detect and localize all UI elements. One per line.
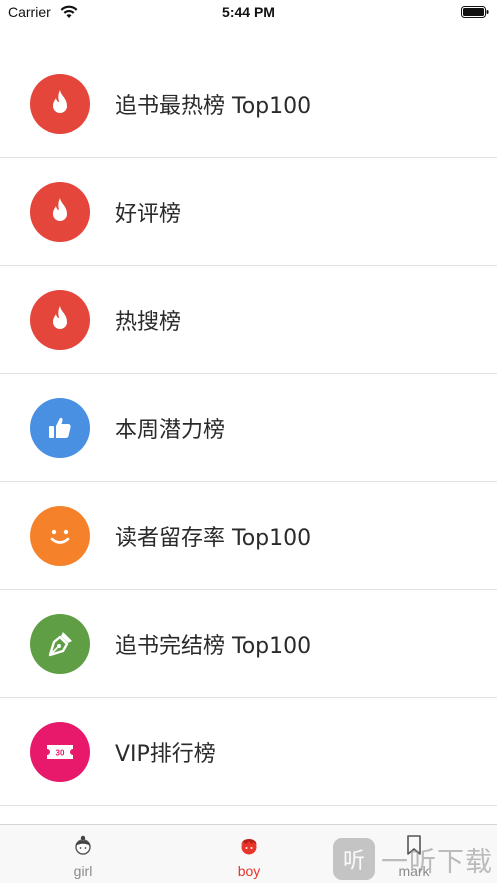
ranking-label: 读者留存率 Top100: [115, 526, 312, 551]
ticket-number: 30: [56, 749, 65, 758]
flame-icon: [53, 198, 67, 221]
tab-label: girl: [73, 863, 93, 879]
good-reviews-badge: [30, 182, 90, 242]
watermark: 听 一听下载: [333, 836, 495, 882]
ranking-row-weekly-potential[interactable]: 本周潜力榜: [0, 374, 497, 482]
flame-icon: [53, 90, 67, 113]
finished-badge: [30, 614, 90, 674]
vip-badge: 30: [30, 722, 90, 782]
hot-search-badge: [30, 290, 90, 350]
tab-label: boy: [237, 863, 261, 879]
watermark-text: 一听下载: [381, 846, 493, 878]
ranking-row-finished[interactable]: 追书完结榜 Top100: [0, 590, 497, 698]
ranking-label: 热搜榜: [115, 310, 182, 335]
boy-avatar-icon: [241, 839, 257, 855]
thumbs-up-icon: [49, 417, 71, 438]
tab-girl[interactable]: girl: [0, 825, 166, 883]
tab-boy[interactable]: boy: [166, 825, 332, 883]
flame-icon: [53, 306, 67, 329]
clock: 5:44 PM: [222, 4, 275, 20]
ranking-row-good-reviews[interactable]: 好评榜: [0, 158, 497, 266]
ranking-list: 追书最热榜 Top100 好评榜 热搜榜 本周潜力榜 读者留存率 Top100 …: [0, 50, 497, 806]
ranking-label: 好评榜: [115, 202, 182, 227]
ranking-row-retention[interactable]: 读者留存率 Top100: [0, 482, 497, 590]
retention-badge: [30, 506, 90, 566]
ranking-label: VIP排行榜: [115, 742, 216, 767]
weekly-potential-badge: [30, 398, 90, 458]
ranking-row-vip[interactable]: 30 VIP排行榜: [0, 698, 497, 806]
battery-icon: [461, 6, 489, 18]
status-bar: Carrier 5:44 PM: [0, 0, 497, 26]
ranking-label: 追书最热榜 Top100: [115, 94, 312, 119]
hot-badge: [30, 74, 90, 134]
watermark-logo: 听: [333, 838, 375, 880]
watermark-glyph: 听: [342, 849, 365, 874]
pen-nib-icon: [48, 632, 72, 657]
ranking-row-hot[interactable]: 追书最热榜 Top100: [0, 50, 497, 158]
ranking-label: 追书完结榜 Top100: [115, 634, 312, 659]
girl-avatar-icon: [75, 835, 91, 855]
smiley-icon: [50, 529, 70, 544]
ranking-row-hot-search[interactable]: 热搜榜: [0, 266, 497, 374]
ticket-icon: 30: [47, 745, 73, 759]
ranking-label: 本周潜力榜: [115, 418, 226, 443]
